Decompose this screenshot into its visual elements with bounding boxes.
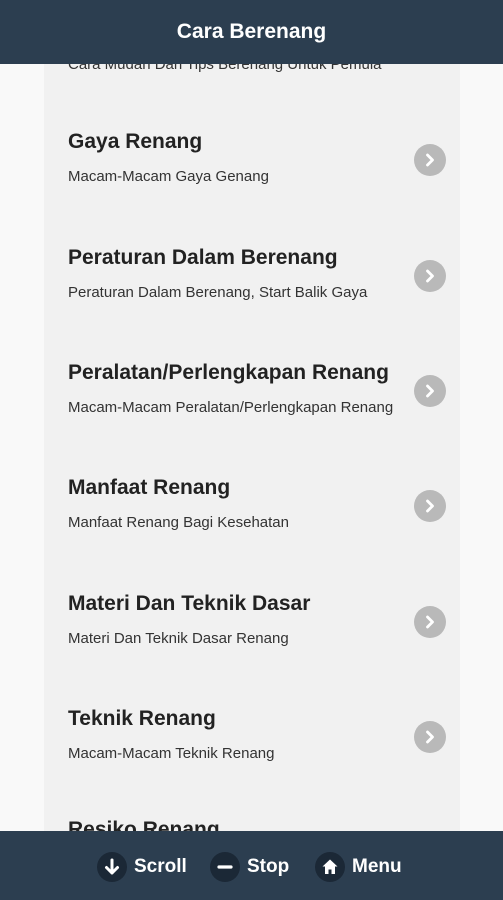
chevron-right-icon[interactable]	[414, 606, 446, 638]
chevron-right-icon[interactable]	[414, 721, 446, 753]
minus-icon	[210, 852, 240, 882]
list-item-title: Teknik Renang	[68, 707, 216, 730]
stop-button-label: Stop	[247, 856, 290, 877]
list-item-title: Manfaat Renang	[68, 476, 231, 499]
chevron-right-icon[interactable]	[414, 375, 446, 407]
list-item[interactable]: Peralatan/Perlengkapan Renang Macam-Maca…	[68, 361, 448, 477]
home-icon	[315, 852, 345, 882]
list-item[interactable]: Gaya Renang Macam-Macam Gaya Genang	[68, 130, 448, 246]
stop-button[interactable]: Stop	[210, 851, 289, 883]
list-item-subtitle: Manfaat Renang Bagi Kesehatan	[68, 514, 289, 531]
bottom-toolbar: Scroll Stop Menu	[0, 831, 503, 900]
list-item-subtitle: Macam-Macam Gaya Genang	[68, 168, 269, 185]
list-item-title: Peralatan/Perlengkapan Renang	[68, 361, 389, 384]
page-title: Cara Berenang	[176, 20, 327, 43]
menu-button[interactable]: Menu	[315, 851, 402, 883]
list-item-title: Materi Dan Teknik Dasar	[68, 592, 311, 615]
app-header: Cara Berenang	[0, 0, 503, 64]
menu-list: Cara Mudah Dan Tips Berenang Untuk Pemul…	[44, 64, 460, 831]
list-item-title: Gaya Renang	[68, 130, 203, 153]
list-item-subtitle: Cara Mudah Dan Tips Berenang Untuk Pemul…	[68, 64, 382, 73]
list-item-subtitle: Macam-Macam Peralatan/Perlengkapan Renan…	[68, 399, 394, 416]
list-item[interactable]: Materi Dan Teknik Dasar Materi Dan Tekni…	[68, 592, 448, 708]
list-item-title: Peraturan Dalam Berenang	[68, 246, 338, 269]
content-area[interactable]: Cara Mudah Dan Tips Berenang Untuk Pemul…	[0, 64, 503, 831]
chevron-right-icon[interactable]	[414, 260, 446, 292]
list-item-title[interactable]: Resiko Renang	[68, 818, 220, 831]
list-item-subtitle: Materi Dan Teknik Dasar Renang	[68, 630, 289, 647]
menu-button-label: Menu	[352, 856, 402, 877]
scroll-button-label: Scroll	[134, 856, 187, 877]
list-item[interactable]: Teknik Renang Macam-Macam Teknik Renang	[68, 707, 448, 823]
chevron-right-icon[interactable]	[414, 144, 446, 176]
list-item-subtitle: Macam-Macam Teknik Renang	[68, 745, 275, 762]
list-item-subtitle: Peraturan Dalam Berenang, Start Balik Ga…	[68, 284, 368, 301]
list-item[interactable]: Manfaat Renang Manfaat Renang Bagi Keseh…	[68, 476, 448, 592]
scroll-button[interactable]: Scroll	[97, 851, 187, 883]
list-item[interactable]: Peraturan Dalam Berenang Peraturan Dalam…	[68, 246, 448, 362]
arrow-down-icon	[97, 852, 127, 882]
chevron-right-icon[interactable]	[414, 490, 446, 522]
